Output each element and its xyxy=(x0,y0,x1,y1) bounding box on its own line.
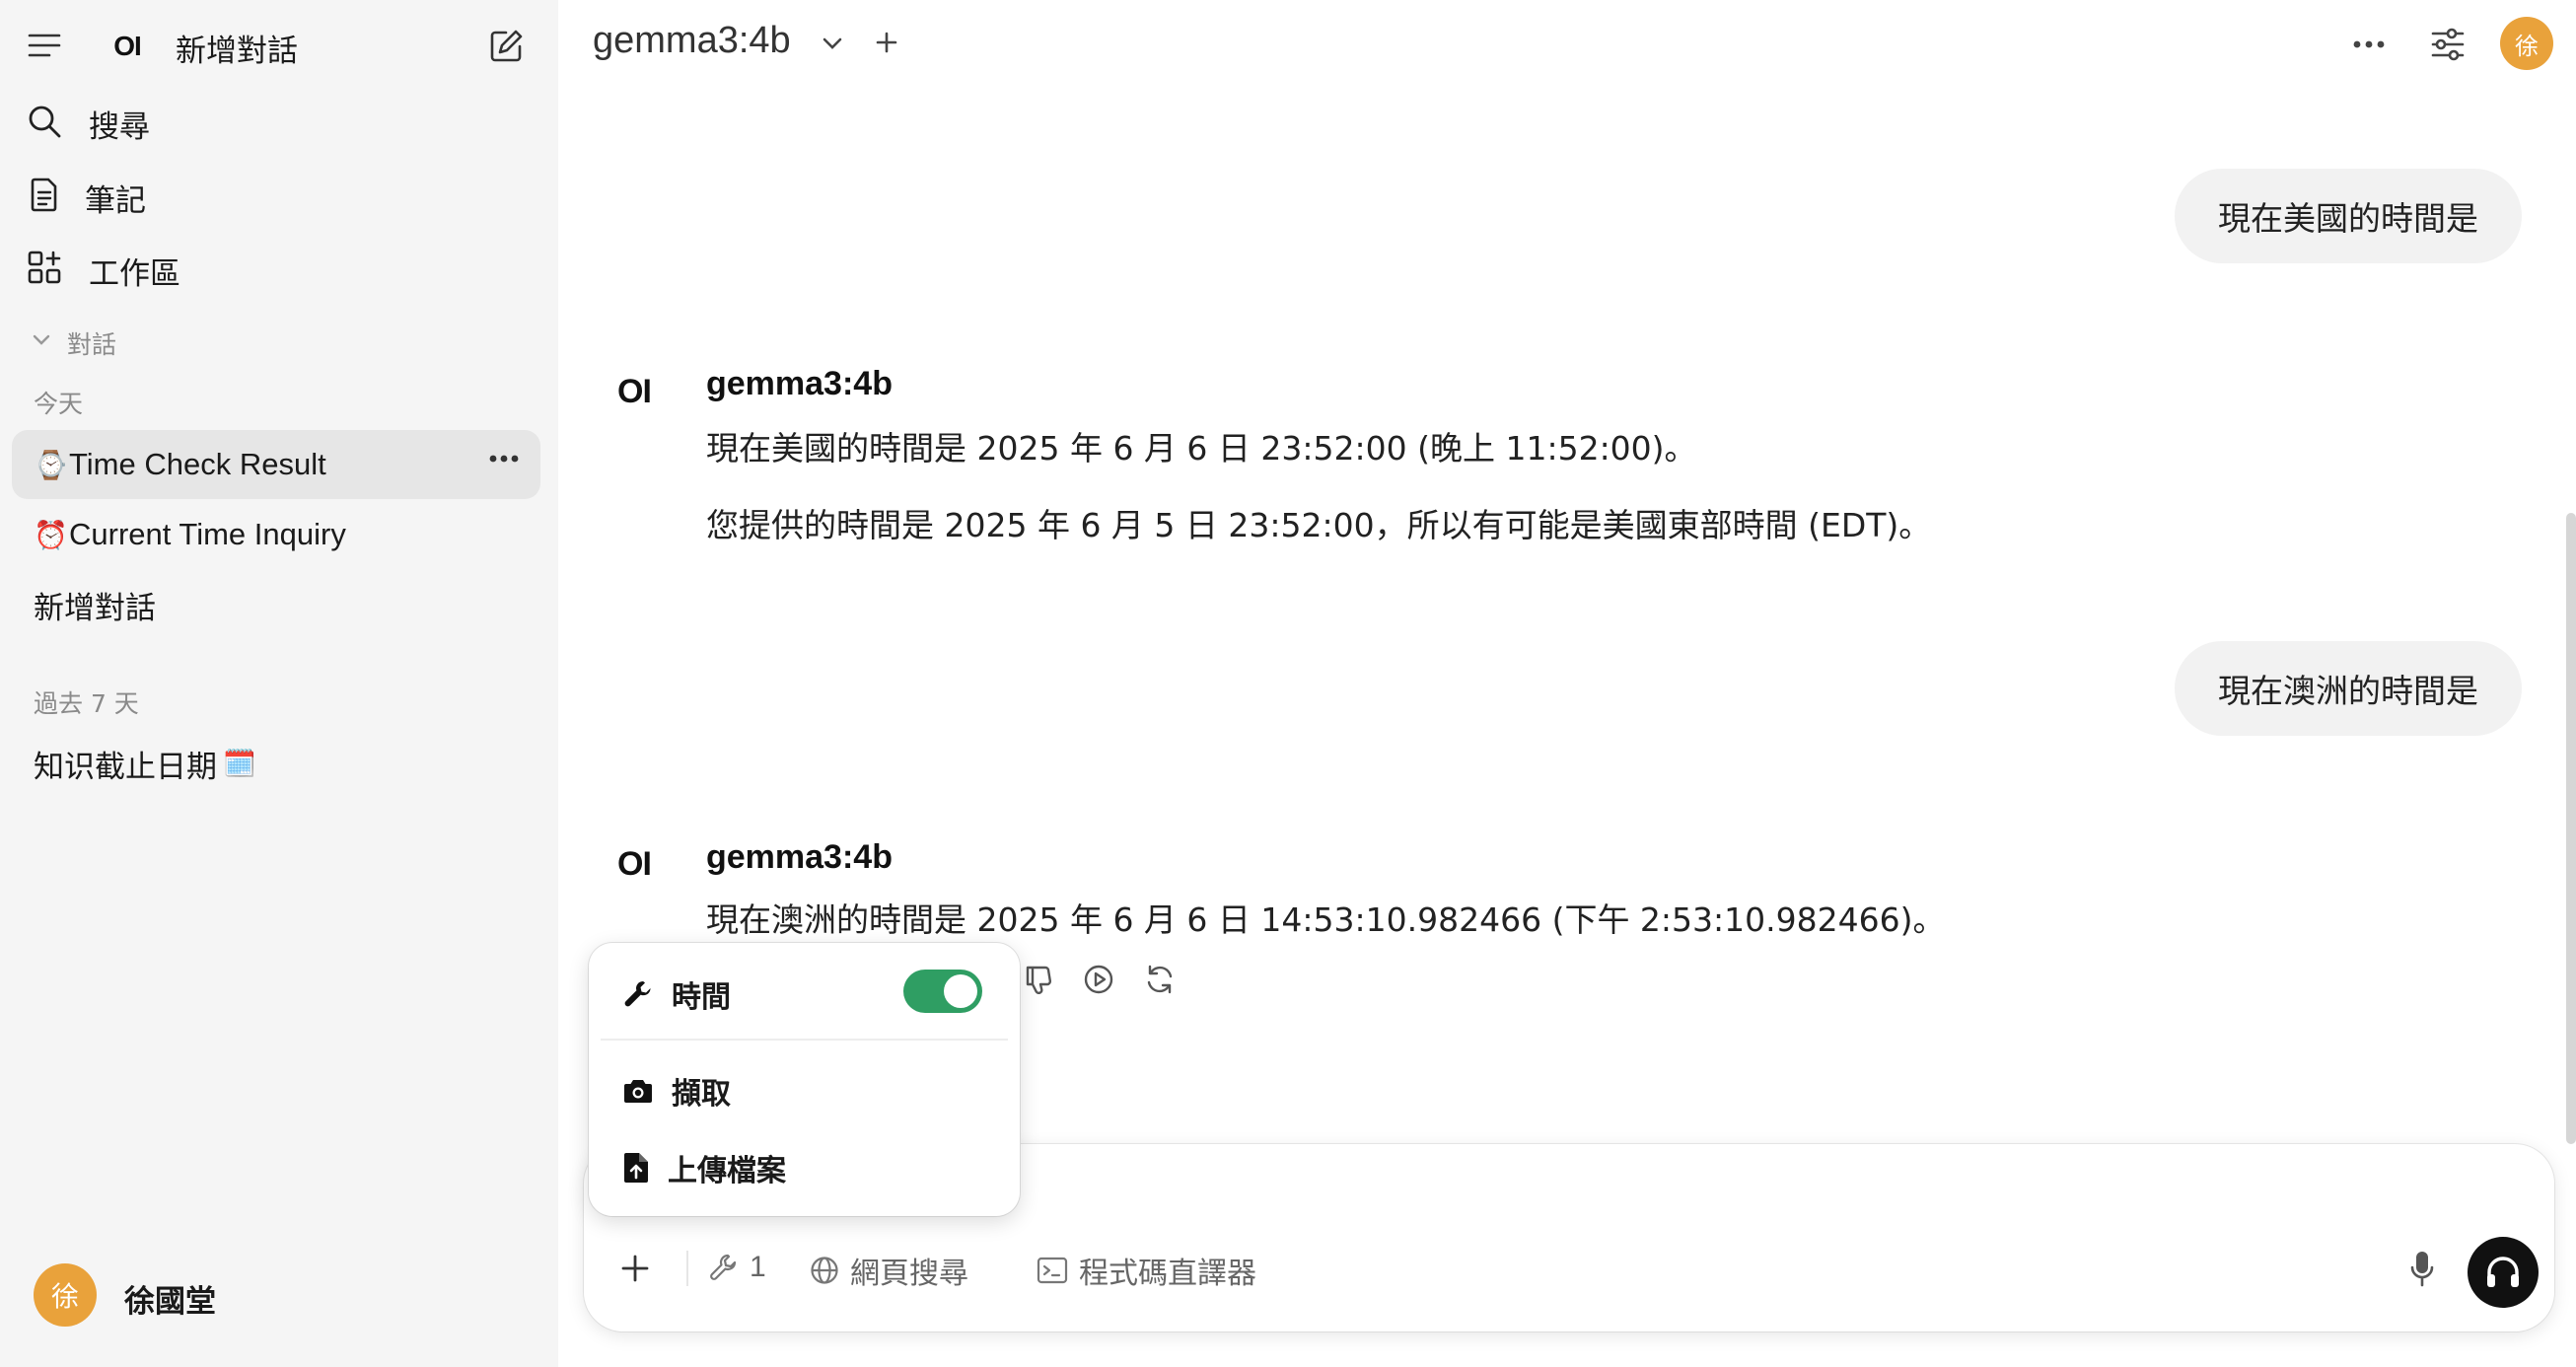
toggle-knob xyxy=(944,974,977,1008)
menu-item-time-tool[interactable]: 時間 xyxy=(622,972,731,1016)
terminal-icon xyxy=(1037,1257,1068,1284)
tools-button[interactable]: 1 xyxy=(708,1251,766,1284)
microphone-icon[interactable] xyxy=(2400,1245,2444,1292)
section-past-7-days: 過去 7 天 xyxy=(34,689,139,718)
menu-item-label: 擷取 xyxy=(672,1077,731,1112)
toolbar-divider xyxy=(686,1251,688,1286)
menu-divider xyxy=(601,1039,1008,1041)
tools-popup-menu: 時間 擷取 上傳檔案 xyxy=(589,943,1020,1216)
assistant-model-name: gemma3:4b xyxy=(706,365,893,402)
conversation-title: Current Time Inquiry xyxy=(69,517,346,551)
globe-icon xyxy=(811,1257,838,1284)
section-today: 今天 xyxy=(34,390,84,418)
scrollbar[interactable] xyxy=(2566,513,2576,1144)
regenerate-icon[interactable] xyxy=(1141,961,1179,998)
settings-sliders-icon[interactable] xyxy=(2426,24,2469,65)
assistant-message-line: 現在澳洲的時間是 2025 年 6 月 6 日 14:53:10.982466 … xyxy=(706,900,1946,939)
watch-emoji-icon: ⌚ xyxy=(34,449,68,480)
menu-item-capture[interactable]: 擷取 xyxy=(622,1069,731,1113)
code-interpreter-button[interactable]: 程式碼直譯器 xyxy=(1036,1249,1256,1292)
assistant-message-line: 您提供的時間是 2025 年 6 月 5 日 23:52:00，所以有可能是美國… xyxy=(706,506,1932,544)
play-audio-icon[interactable] xyxy=(1080,961,1117,998)
tools-count: 1 xyxy=(750,1251,766,1283)
web-search-label: 網頁搜尋 xyxy=(850,1257,968,1291)
menu-icon[interactable] xyxy=(22,26,67,65)
assistant-logo: OI xyxy=(617,372,652,410)
new-chat-edit-icon[interactable] xyxy=(483,24,529,69)
calendar-emoji-icon: 🗓️ xyxy=(223,749,256,779)
wrench-icon xyxy=(624,981,651,1007)
nav-search[interactable]: 搜尋 xyxy=(89,102,150,146)
workspace-icon xyxy=(24,247,65,288)
model-selector[interactable]: gemma3:4b xyxy=(593,20,791,62)
conversations-header[interactable]: 對話 xyxy=(67,325,116,361)
menu-item-label: 時間 xyxy=(672,980,731,1015)
nav-notes[interactable]: 筆記 xyxy=(85,176,146,220)
conversation-item[interactable]: ⏰ Current Time Inquiry xyxy=(12,500,540,569)
assistant-model-name: gemma3:4b xyxy=(706,838,893,876)
alarm-clock-emoji-icon: ⏰ xyxy=(34,519,68,550)
notes-icon xyxy=(24,174,65,215)
user-name[interactable]: 徐國堂 xyxy=(124,1276,216,1321)
conversation-title: 新增對話 xyxy=(34,590,156,626)
nav-workspace[interactable]: 工作區 xyxy=(89,249,180,293)
header-user-avatar[interactable]: 徐 xyxy=(2500,17,2553,70)
more-options-icon[interactable] xyxy=(2347,28,2391,61)
user-message-bubble: 現在美國的時間是 xyxy=(2175,169,2522,263)
thumbs-down-icon[interactable] xyxy=(1020,961,1057,998)
user-avatar[interactable]: 徐 xyxy=(34,1263,97,1327)
more-options-icon[interactable] xyxy=(489,454,519,464)
app-logo: OI xyxy=(113,31,142,61)
voice-mode-headphones-icon[interactable] xyxy=(2468,1237,2539,1308)
chevron-down-icon[interactable] xyxy=(819,30,846,57)
web-search-button[interactable]: 網頁搜尋 xyxy=(809,1249,968,1292)
chevron-down-icon[interactable] xyxy=(30,328,53,352)
conversation-item[interactable]: 新增對話 xyxy=(12,570,540,639)
conversation-title: 知识截止日期 xyxy=(34,749,217,785)
assistant-message-line: 現在美國的時間是 2025 年 6 月 6 日 23:52:00 (晚上 11:… xyxy=(706,429,1697,468)
new-chat-label[interactable]: 新增對話 xyxy=(176,26,298,70)
time-tool-toggle[interactable] xyxy=(903,970,982,1013)
add-model-icon[interactable] xyxy=(872,28,901,57)
menu-item-upload-file[interactable]: 上傳檔案 xyxy=(622,1146,786,1189)
conversation-item[interactable]: ⌚ Time Check Result xyxy=(12,430,540,499)
sidebar: OI 新增對話 搜尋 筆記 工作區 對話 今天 ⌚ Time Check Res… xyxy=(0,0,558,1367)
file-upload-icon xyxy=(624,1153,648,1183)
user-message-bubble: 現在澳洲的時間是 xyxy=(2175,641,2522,736)
search-icon xyxy=(24,101,65,142)
wrench-icon xyxy=(710,1254,737,1280)
code-interpreter-label: 程式碼直譯器 xyxy=(1079,1257,1256,1291)
plus-icon[interactable] xyxy=(615,1249,655,1288)
camera-icon xyxy=(624,1080,652,1103)
menu-item-label: 上傳檔案 xyxy=(668,1154,786,1188)
assistant-logo: OI xyxy=(617,844,652,883)
conversation-title: Time Check Result xyxy=(69,447,326,481)
conversation-item[interactable]: 知识截止日期 🗓️ xyxy=(12,729,540,798)
